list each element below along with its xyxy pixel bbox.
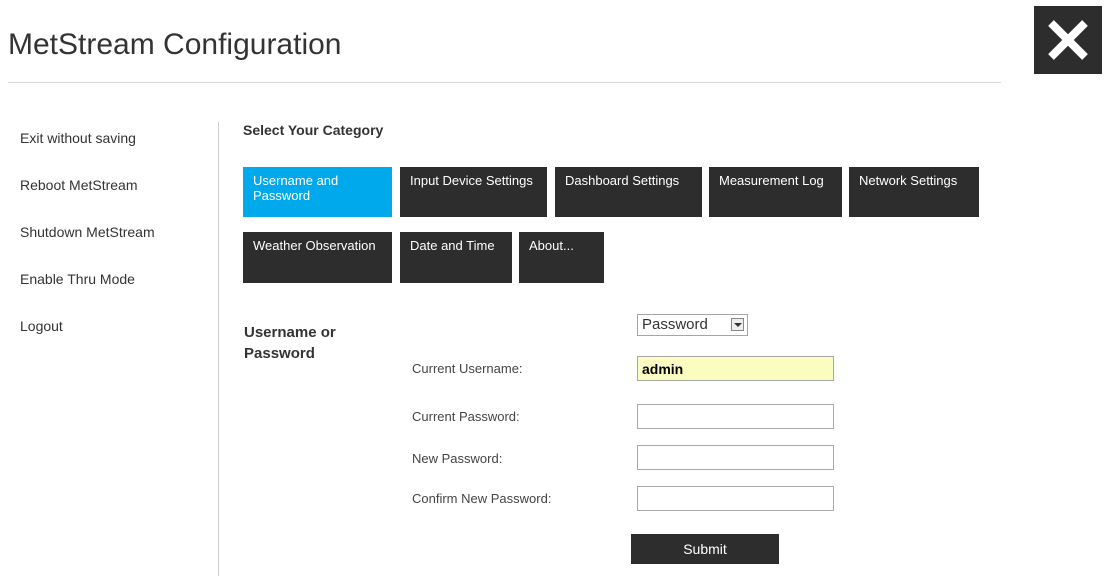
close-icon (1048, 20, 1088, 60)
page-title: MetStream Configuration (8, 28, 342, 61)
tab-username-and-password[interactable]: Username and Password (243, 167, 392, 217)
sidebar-item-reboot[interactable]: Reboot MetStream (20, 175, 200, 222)
tab-dashboard-settings[interactable]: Dashboard Settings (555, 167, 702, 217)
tab-measurement-log[interactable]: Measurement Log (709, 167, 842, 217)
current-password-label: Current Password: (412, 409, 520, 424)
sidebar-item-exit-without-saving[interactable]: Exit without saving (20, 128, 200, 175)
sidebar-item-shutdown[interactable]: Shutdown MetStream (20, 222, 200, 269)
form-section-label: Username or Password (244, 324, 336, 362)
current-password-field[interactable] (637, 404, 834, 429)
current-username-field[interactable] (637, 356, 834, 381)
category-heading: Select Your Category (243, 122, 384, 138)
chevron-down-icon[interactable] (731, 318, 744, 331)
current-username-label: Current Username: (412, 361, 523, 376)
new-password-field[interactable] (637, 445, 834, 470)
tab-input-device-settings[interactable]: Input Device Settings (400, 167, 547, 217)
tab-date-and-time[interactable]: Date and Time (400, 232, 512, 283)
new-password-label: New Password: (412, 451, 503, 466)
confirm-password-label: Confirm New Password: (412, 491, 552, 506)
tab-network-settings[interactable]: Network Settings (849, 167, 979, 217)
tab-weather-observation[interactable]: Weather Observation (243, 232, 392, 283)
close-button[interactable] (1034, 6, 1102, 74)
title-divider (8, 82, 1001, 83)
credential-type-select[interactable]: Password (637, 314, 748, 336)
sidebar-divider (218, 122, 219, 576)
sidebar-item-logout[interactable]: Logout (20, 316, 200, 363)
sidebar: Exit without saving Reboot MetStream Shu… (20, 128, 200, 363)
credential-type-selected: Password (642, 316, 708, 333)
sidebar-item-enable-thru-mode[interactable]: Enable Thru Mode (20, 269, 200, 316)
tab-about[interactable]: About... (519, 232, 604, 283)
submit-button[interactable]: Submit (631, 534, 779, 564)
confirm-password-field[interactable] (637, 486, 834, 511)
